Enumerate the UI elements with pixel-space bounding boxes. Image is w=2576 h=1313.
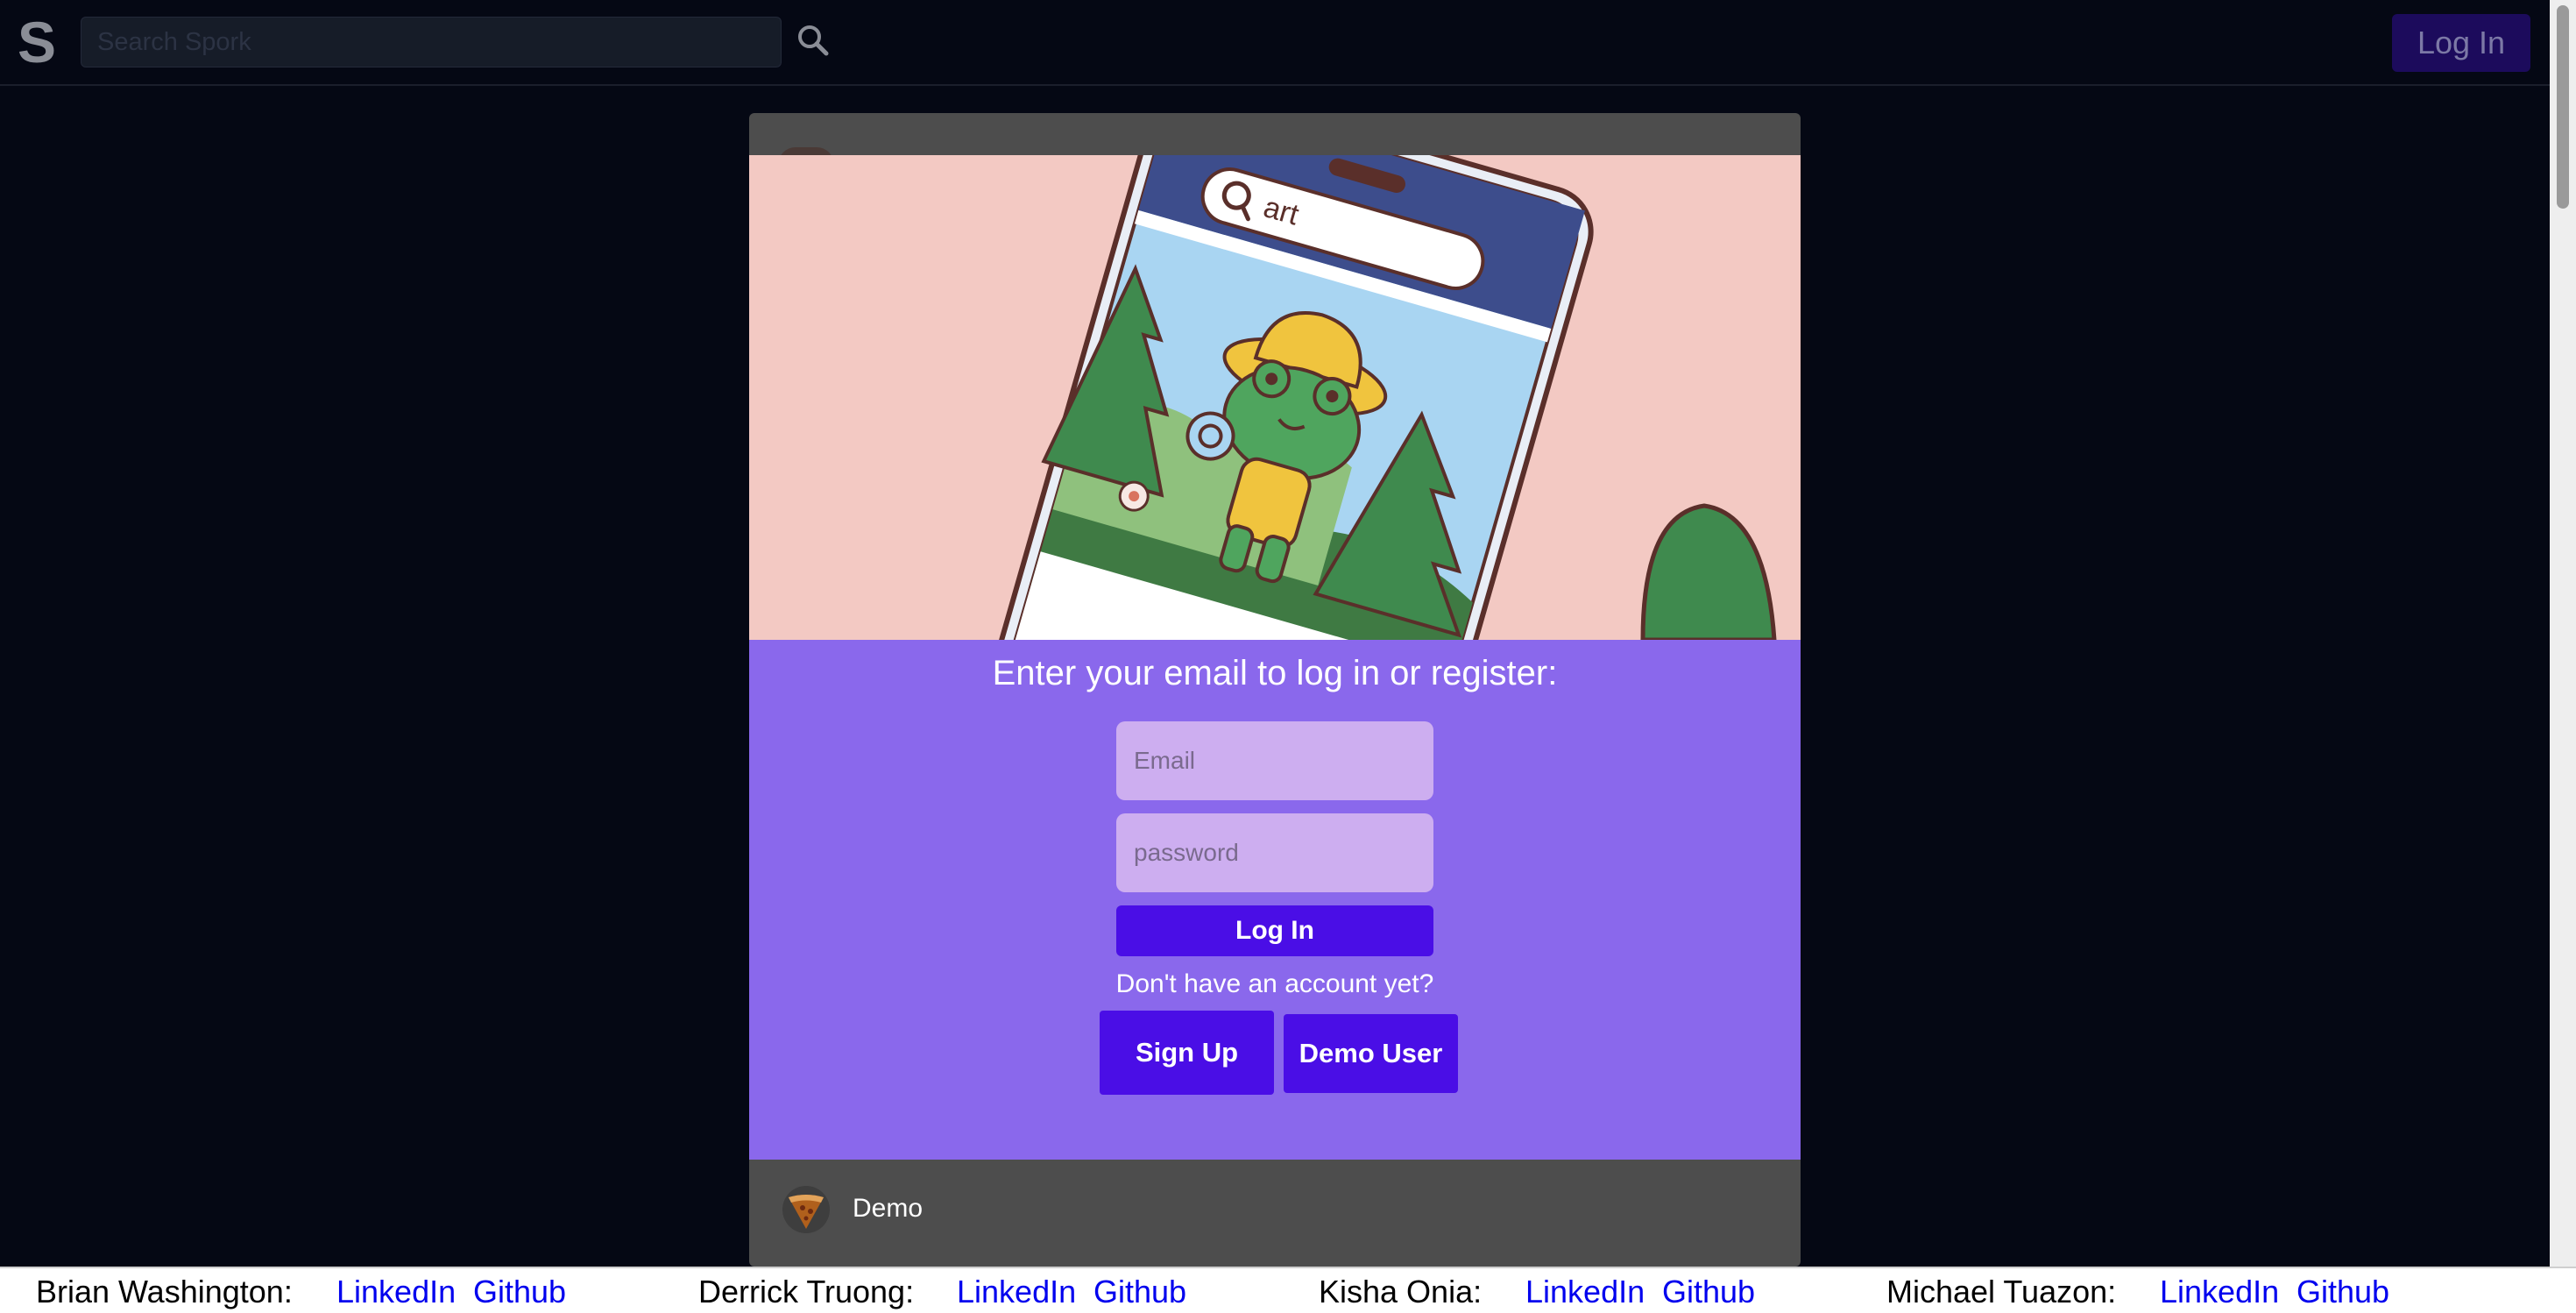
- sign-up-button[interactable]: Sign Up: [1100, 1011, 1274, 1095]
- modal-heading: Enter your email to log in or register:: [992, 654, 1558, 692]
- linkedin-link[interactable]: LinkedIn: [336, 1274, 456, 1310]
- footer-name: Kisha Onia:: [1319, 1274, 1483, 1309]
- login-illustration: art: [749, 155, 1801, 640]
- spork-logo[interactable]: S: [18, 7, 56, 77]
- github-link[interactable]: Github: [473, 1274, 566, 1310]
- search-icon[interactable]: [796, 23, 831, 58]
- linkedin-link[interactable]: LinkedIn: [957, 1274, 1076, 1310]
- footer-name: Michael Tuazon:: [1886, 1274, 2117, 1309]
- github-link[interactable]: Github: [1662, 1274, 1755, 1310]
- demo-user-button[interactable]: Demo User: [1284, 1014, 1458, 1093]
- frog-phone-illustration: art: [749, 155, 1801, 640]
- no-account-text: Don't have an account yet?: [1115, 969, 1434, 998]
- top-nav: S Log In: [0, 0, 2550, 86]
- footer-name: Derrick Truong:: [698, 1274, 915, 1309]
- scrollbar-thumb[interactable]: [2557, 5, 2569, 209]
- nav-login-button[interactable]: Log In: [2392, 14, 2530, 72]
- login-button[interactable]: Log In: [1116, 905, 1433, 956]
- linkedin-link[interactable]: LinkedIn: [2160, 1274, 2279, 1310]
- github-link[interactable]: Github: [2296, 1274, 2389, 1310]
- pizza-slice-icon: [782, 1186, 830, 1233]
- password-field[interactable]: [1116, 813, 1433, 892]
- github-link[interactable]: Github: [1093, 1274, 1186, 1310]
- email-field[interactable]: [1116, 721, 1433, 800]
- post-author-name[interactable]: Demo: [853, 1194, 923, 1224]
- footer: Brian Washington: LinkedIn Github Derric…: [0, 1267, 2576, 1313]
- login-modal-form: Enter your email to log in or register: …: [749, 640, 1801, 1160]
- linkedin-link[interactable]: LinkedIn: [1525, 1274, 1645, 1310]
- footer-name: Brian Washington:: [36, 1274, 293, 1309]
- search-input[interactable]: [81, 17, 782, 67]
